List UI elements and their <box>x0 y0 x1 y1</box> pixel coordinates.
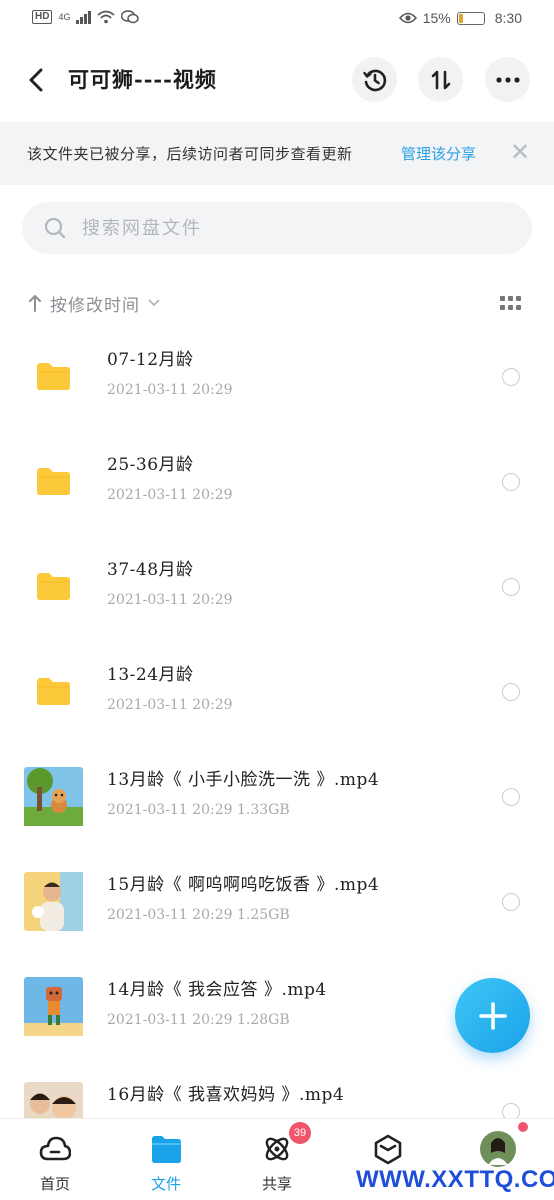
folder-icon <box>37 678 70 705</box>
watermark: WWW.XXTTQ.COM <box>356 1166 554 1193</box>
video-thumbnail <box>24 1082 83 1118</box>
file-meta: 2021-03-11 20:29 <box>107 382 233 398</box>
search-input[interactable] <box>82 212 502 244</box>
tab-label: 文件 <box>150 1175 181 1193</box>
wechat-icon <box>121 10 140 24</box>
more-button[interactable] <box>485 57 530 102</box>
tab-files[interactable]: 文件 <box>111 1119 221 1200</box>
file-meta: 2021-03-11 20:29 <box>107 697 233 713</box>
file-name: 13-24月龄 <box>107 665 194 685</box>
list-item[interactable]: 25-36月龄 2021-03-11 20:29 <box>0 428 554 533</box>
cube-icon <box>374 1134 402 1165</box>
select-radio[interactable] <box>502 683 520 701</box>
file-name: 16月龄《 我喜欢妈妈 》.mp4 <box>107 1085 345 1105</box>
battery-percent: 15% <box>422 10 451 26</box>
clock: 8:30 <box>494 10 522 26</box>
file-name: 37-48月龄 <box>107 560 194 580</box>
status-bar: HD 4G 15% 8:30 <box>0 0 554 38</box>
select-radio[interactable] <box>502 473 520 491</box>
select-radio[interactable] <box>502 578 520 596</box>
sort-label: 按修改时间 <box>50 295 140 316</box>
folder-icon <box>37 363 70 390</box>
select-radio[interactable] <box>502 1103 520 1118</box>
history-icon <box>362 69 386 91</box>
file-meta: 2021-03-11 20:29 <box>107 592 233 608</box>
add-button[interactable] <box>455 978 530 1053</box>
folder-icon <box>37 573 70 600</box>
file-meta: 2021-03-11 20:29 <box>107 487 233 503</box>
select-radio[interactable] <box>502 788 520 806</box>
file-name: 25-36月龄 <box>107 455 194 475</box>
sort-selector[interactable]: 按修改时间 <box>28 290 160 316</box>
list-item[interactable]: 37-48月龄 2021-03-11 20:29 <box>0 533 554 638</box>
video-thumbnail <box>24 872 83 931</box>
history-button[interactable] <box>352 57 397 102</box>
list-item[interactable]: 13月龄《 小手小脸洗一洗 》.mp4 2021-03-11 20:29 1.3… <box>0 743 554 848</box>
arrow-up-icon <box>29 295 41 312</box>
share-notice-banner: 该文件夹已被分享，后续访问者可同步查看更新 管理该分享 ✕ <box>0 122 554 185</box>
chevron-down-icon <box>148 299 160 307</box>
transfer-button[interactable] <box>418 57 463 102</box>
plus-icon <box>478 1001 507 1030</box>
chevron-left-icon <box>29 68 43 92</box>
back-button[interactable] <box>22 62 52 98</box>
file-name: 15月龄《 啊呜啊呜吃饭香 》.mp4 <box>107 875 380 895</box>
file-name: 13月龄《 小手小脸洗一洗 》.mp4 <box>107 770 380 790</box>
signal-icon <box>76 10 92 24</box>
file-meta: 2021-03-11 20:29 1.33GB <box>107 802 290 818</box>
tab-label: 共享 <box>261 1175 292 1193</box>
hd-indicator: HD <box>32 10 53 24</box>
transfer-arrows-icon <box>431 70 450 89</box>
list-item[interactable]: 13-24月龄 2021-03-11 20:29 <box>0 638 554 743</box>
list-item[interactable]: 15月龄《 啊呜啊呜吃饭香 》.mp4 2021-03-11 20:29 1.2… <box>0 848 554 953</box>
page-title: 可可狮----视频 <box>68 67 217 92</box>
close-icon[interactable]: ✕ <box>510 138 530 167</box>
share-count-badge: 39 <box>289 1122 311 1144</box>
eye-icon <box>398 12 417 24</box>
file-name: 14月龄《 我会应答 》.mp4 <box>107 980 327 1000</box>
video-thumbnail <box>24 767 83 826</box>
grid-view-icon[interactable] <box>500 296 522 312</box>
file-meta: 2021-03-11 20:29 1.28GB <box>107 1012 290 1028</box>
cloud-home-icon <box>39 1136 71 1161</box>
select-radio[interactable] <box>502 368 520 386</box>
tab-label: 首页 <box>39 1175 70 1193</box>
battery-icon <box>456 11 485 25</box>
more-dots-icon <box>495 76 520 83</box>
video-thumbnail <box>24 977 83 1036</box>
share-notice-text: 该文件夹已被分享，后续访问者可同步查看更新 <box>27 145 353 163</box>
network-type: 4G <box>58 12 71 22</box>
select-radio[interactable] <box>502 893 520 911</box>
list-item[interactable]: 16月龄《 我喜欢妈妈 》.mp4 <box>0 1058 554 1118</box>
wifi-icon <box>97 10 116 24</box>
folder-icon <box>37 468 70 495</box>
manage-share-link[interactable]: 管理该分享 <box>401 143 476 164</box>
folder-icon <box>152 1136 181 1163</box>
search-bar[interactable] <box>22 202 532 254</box>
notification-dot <box>518 1122 528 1132</box>
tab-share[interactable]: 共享 <box>222 1119 332 1200</box>
list-item[interactable]: 07-12月龄 2021-03-11 20:29 <box>0 323 554 428</box>
tab-home[interactable]: 首页 <box>0 1119 110 1200</box>
file-meta: 2021-03-11 20:29 1.25GB <box>107 907 290 923</box>
avatar-icon <box>480 1131 516 1167</box>
atom-share-icon <box>265 1137 289 1161</box>
top-bar: 可可狮----视频 <box>0 50 554 110</box>
search-icon <box>44 217 66 239</box>
file-name: 07-12月龄 <box>107 350 194 370</box>
